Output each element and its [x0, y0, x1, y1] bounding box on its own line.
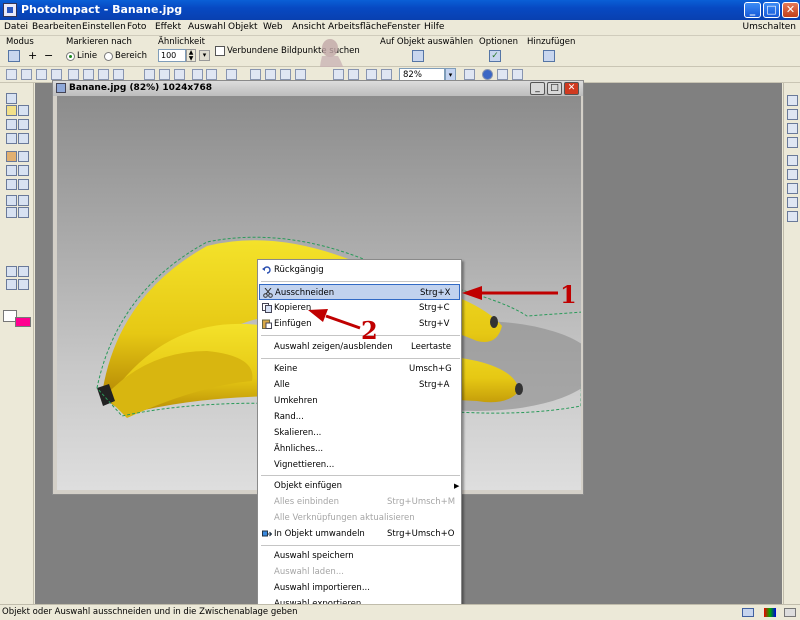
annotation-label-1: 1: [560, 280, 577, 309]
annotation-label-2: 2: [361, 316, 378, 345]
annotation-arrow-2: [308, 309, 361, 330]
status-color-icon[interactable]: [764, 608, 776, 617]
status-bar: Objekt oder Auswahl ausschneiden und in …: [0, 604, 800, 620]
status-info-icon[interactable]: [784, 608, 796, 617]
annotation-arrow-1: [462, 286, 558, 300]
annotation-overlay: [308, 286, 558, 330]
status-text: Objekt oder Auswahl ausschneiden und in …: [2, 607, 298, 617]
status-ruler-icon[interactable]: [742, 608, 754, 617]
